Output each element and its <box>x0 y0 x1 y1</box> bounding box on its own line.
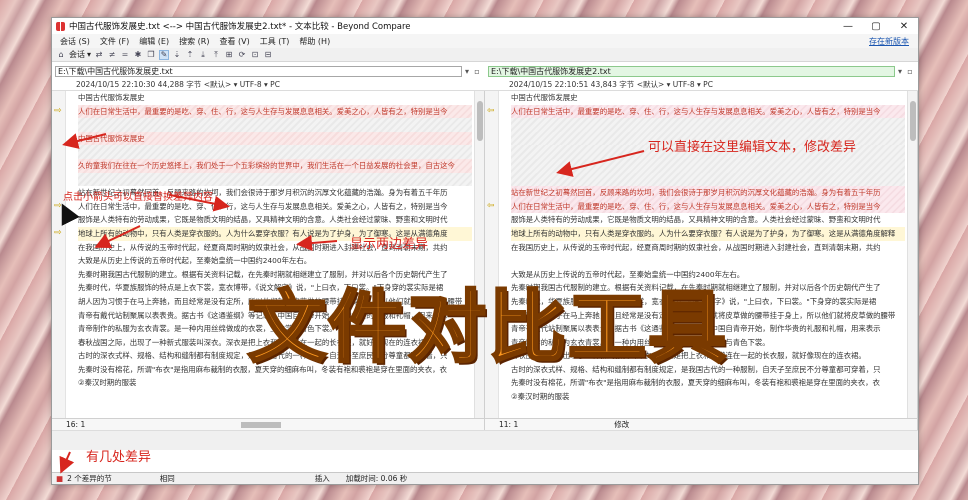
annotation-arrows <box>59 133 645 474</box>
annotation-arrow <box>61 203 80 226</box>
annotation-arrow <box>94 225 141 249</box>
annotation-arrow <box>169 194 230 212</box>
annotation-arrow <box>59 451 75 474</box>
annotation-arrow <box>556 150 645 177</box>
annotation-arrow <box>62 133 107 149</box>
annotation-arrow <box>296 235 338 252</box>
